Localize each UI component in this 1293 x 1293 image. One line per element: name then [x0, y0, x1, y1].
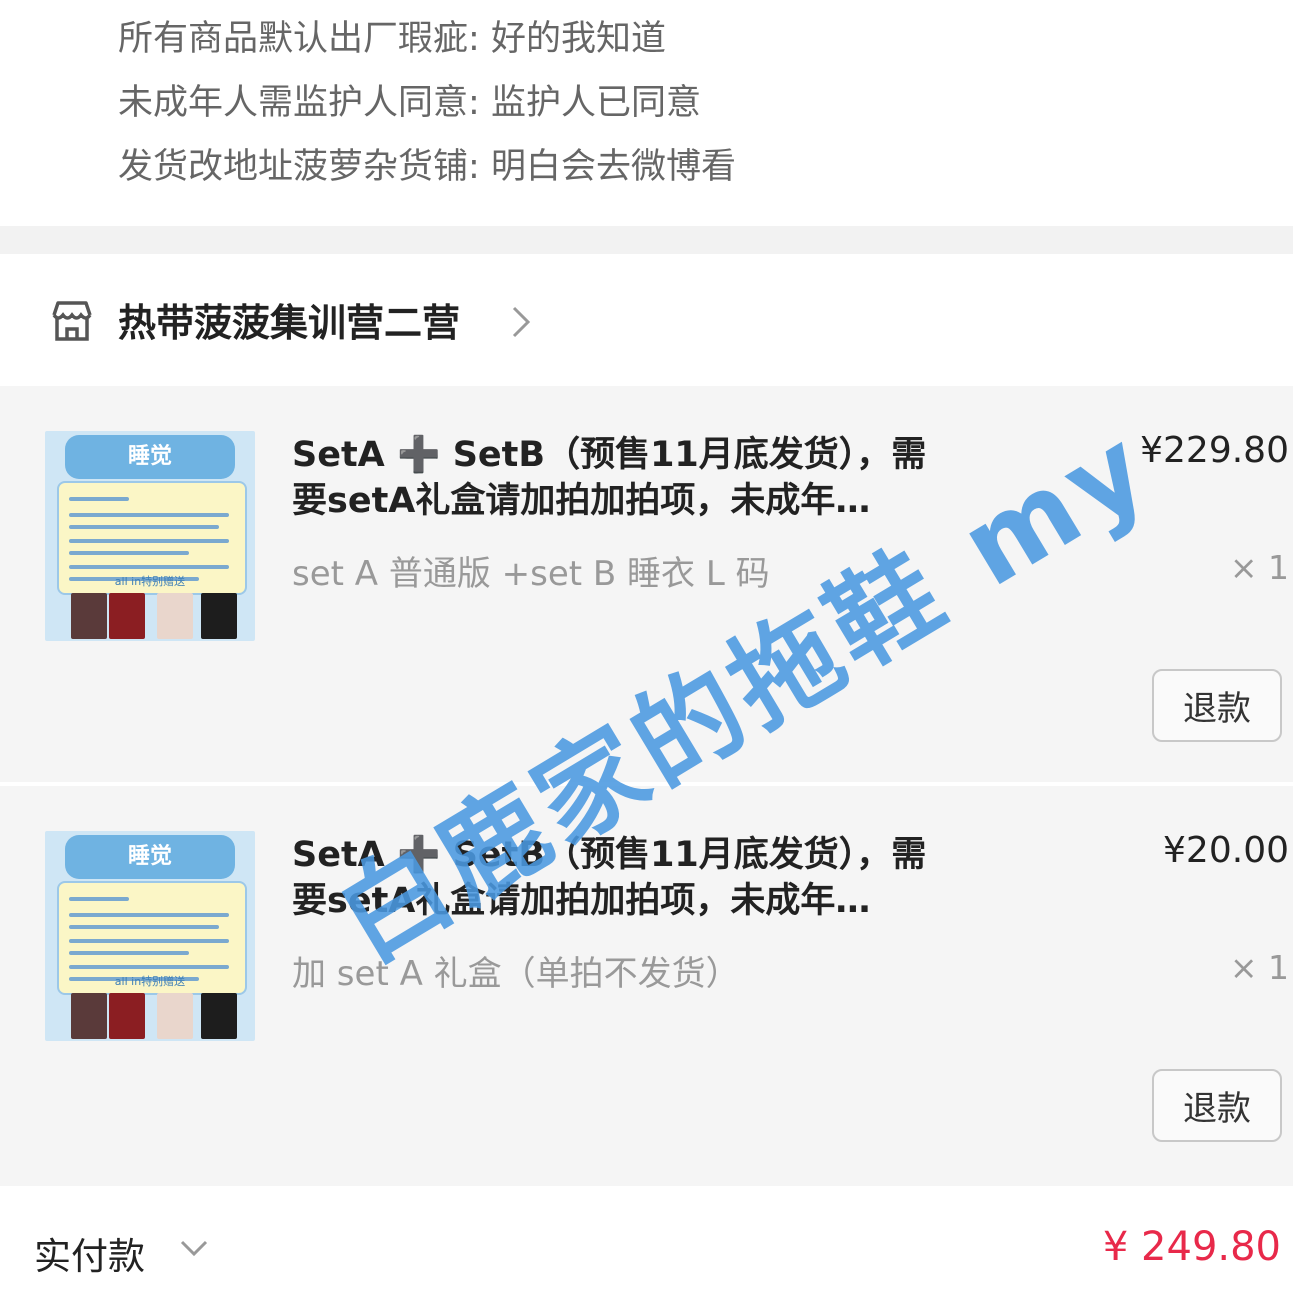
note-label: 发货改地址菠萝杂货铺 [118, 147, 469, 187]
thumb-caption: all in特别赠送 [114, 975, 186, 988]
refund-button[interactable]: 退款 [1152, 1069, 1282, 1142]
order-notes: 所有商品默认出厂瑕疵: 好的我知道 未成年人需监护人同意: 监护人已同意 发货改… [0, 0, 1293, 226]
note-label: 所有商品默认出厂瑕疵 [118, 19, 469, 59]
shop-name[interactable]: 热带菠菠集训营二营 [118, 292, 460, 347]
product-title[interactable]: SetA ➕ SetB（预售11月底发货），需要setA礼盒请加拍加拍项，未成年… [292, 432, 942, 524]
note-label: 未成年人需监护人同意 [118, 83, 469, 123]
total-amount: ¥ 249.80 [1102, 1224, 1281, 1270]
thumb-photo [71, 593, 107, 639]
total-label[interactable]: 实付款 [34, 1226, 145, 1280]
note-value: 好的我知道 [490, 19, 666, 59]
thumb-photo [71, 993, 107, 1039]
thumb-photo [157, 993, 193, 1039]
product-quantity: × 1 [1229, 548, 1289, 587]
product-price: ¥20.00 [1163, 830, 1289, 871]
note-guardian: 未成年人需监护人同意: 监护人已同意 [118, 83, 701, 123]
product-quantity: × 1 [1229, 948, 1289, 987]
thumb-photo [109, 593, 145, 639]
note-address: 发货改地址菠萝杂货铺: 明白会去微博看 [118, 147, 736, 187]
store-icon [52, 301, 92, 341]
chevron-right-icon[interactable] [508, 302, 534, 342]
product-spec: set A 普通版 +set B 睡衣 L 码 [292, 554, 770, 594]
note-value: 明白会去微博看 [490, 147, 736, 187]
shop-header[interactable]: 热带菠菠集训营二营 [0, 254, 1293, 386]
product-thumbnail[interactable]: 睡觉 all in特别赠送 [45, 831, 255, 1041]
thumb-photo [109, 993, 145, 1039]
order-item[interactable]: 睡觉 all in特别赠送 SetA ➕ SetB（预售11月底发货），需要se… [0, 786, 1293, 1182]
section-gap [0, 226, 1293, 254]
thumb-caption: all in特别赠送 [114, 575, 186, 588]
product-price: ¥229.80 [1140, 430, 1289, 471]
chevron-down-icon[interactable] [178, 1238, 210, 1260]
thumb-title: 睡觉 [65, 435, 235, 479]
product-spec: 加 set A 礼盒（单拍不发货） [292, 954, 740, 994]
product-thumbnail[interactable]: 睡觉 all in特别赠送 [45, 431, 255, 641]
thumb-title: 睡觉 [65, 835, 235, 879]
order-item[interactable]: 睡觉 all in特别赠送 SetA ➕ SetB（预售11月底发货），需要se… [0, 386, 1293, 782]
payment-summary: 实付款 ¥ 249.80 [0, 1186, 1293, 1293]
product-title[interactable]: SetA ➕ SetB（预售11月底发货），需要setA礼盒请加拍加拍项，未成年… [292, 832, 942, 924]
note-value: 监护人已同意 [490, 83, 701, 123]
thumb-photo [201, 593, 237, 639]
thumb-photo [157, 593, 193, 639]
refund-button[interactable]: 退款 [1152, 669, 1282, 742]
note-defect: 所有商品默认出厂瑕疵: 好的我知道 [118, 19, 666, 59]
thumb-photo [201, 993, 237, 1039]
